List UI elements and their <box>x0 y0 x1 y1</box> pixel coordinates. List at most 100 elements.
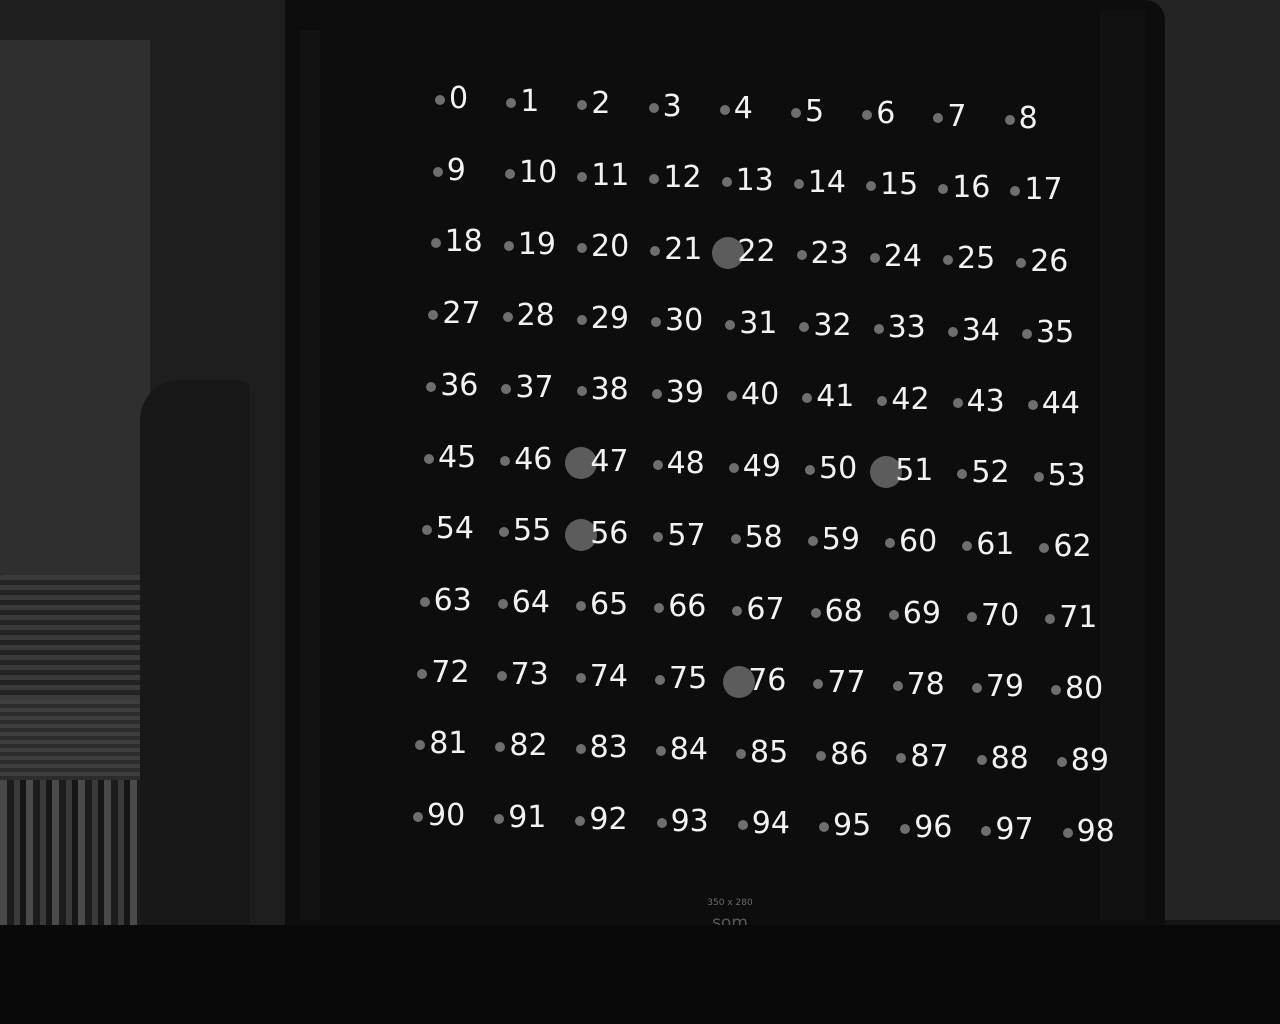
grid-dot <box>981 826 992 836</box>
grid-label: 51 <box>895 453 934 488</box>
floor <box>0 925 1280 1024</box>
grid-label: 17 <box>1024 172 1063 208</box>
grid-dot <box>819 822 829 832</box>
grid-label: 78 <box>906 667 945 703</box>
grid-dot <box>435 95 445 105</box>
grid-dot <box>736 748 746 759</box>
grid-dot <box>810 607 821 618</box>
grid-label: 77 <box>827 665 866 701</box>
grid-dot <box>862 110 873 120</box>
grid-dot <box>502 312 513 323</box>
grid-label: 34 <box>961 312 1000 348</box>
grid-dot <box>577 171 588 182</box>
grid-label: 66 <box>668 589 707 625</box>
grid-dot <box>650 245 661 256</box>
grid-label: 10 <box>519 155 558 191</box>
grid-label: 36 <box>440 367 479 403</box>
grid-dot <box>656 818 667 828</box>
grid-label: 87 <box>910 738 949 774</box>
grid-dot <box>1010 186 1021 197</box>
grid-dot <box>495 742 506 753</box>
grid-label: 2 <box>591 86 611 121</box>
grid-label: 58 <box>744 520 783 555</box>
grid-dot <box>947 326 958 337</box>
grid-label: 15 <box>880 167 919 203</box>
grid-label: 85 <box>750 734 789 770</box>
grid-dot <box>877 395 888 406</box>
grid-dot <box>967 611 977 622</box>
grid-label: 79 <box>985 669 1024 705</box>
grid-dot <box>428 310 439 321</box>
grid-label: 5 <box>805 93 825 129</box>
grid-label: 30 <box>665 303 704 339</box>
grid-label: 53 <box>1047 457 1086 493</box>
grid-label: 13 <box>735 162 774 198</box>
grid-dot <box>649 174 660 185</box>
grid-label: 18 <box>444 224 483 260</box>
grid-label: 92 <box>589 802 628 837</box>
grid-dot <box>575 672 586 683</box>
grid-label: 71 <box>1059 600 1098 636</box>
grid-dot <box>652 460 663 471</box>
grid-label: 96 <box>914 810 953 845</box>
grid-label: 48 <box>666 446 705 482</box>
grid-dot <box>802 393 813 404</box>
grid-dot <box>506 97 517 108</box>
grid-label: 29 <box>590 300 629 336</box>
grid-dot <box>1016 257 1027 268</box>
board-size-caption: 350 x 280 <box>707 898 753 908</box>
grid-label: 70 <box>981 597 1020 633</box>
grid-label: 1 <box>520 83 540 119</box>
grid-dot <box>933 112 944 123</box>
grid-dot <box>805 464 815 475</box>
grid-dot <box>496 670 507 681</box>
grid-label: 35 <box>1036 314 1075 350</box>
grid-dot <box>721 176 732 187</box>
grid-label: 59 <box>821 522 860 558</box>
grid-label: 52 <box>971 455 1010 491</box>
grid-dot <box>793 178 804 189</box>
grid-dot <box>577 243 587 254</box>
grid-dot <box>813 679 824 690</box>
grid-dot <box>885 538 895 549</box>
grid-label: 19 <box>517 226 556 262</box>
grid-label: 41 <box>816 379 855 415</box>
grid-label: 3 <box>662 88 682 124</box>
grid-dot <box>500 455 511 466</box>
grid-dot <box>1056 756 1067 767</box>
grid-dot <box>900 824 911 834</box>
grid-label: 62 <box>1053 528 1092 564</box>
grid-label: 54 <box>435 511 474 547</box>
grid-dot <box>799 321 810 332</box>
grid-label: 31 <box>739 305 778 341</box>
grid-dot <box>1062 828 1073 838</box>
grid-dot <box>728 462 739 473</box>
grid-dot <box>732 605 743 616</box>
grid-dot <box>576 386 587 397</box>
grid-label: 32 <box>813 307 852 343</box>
grid-dot <box>725 319 736 330</box>
grid-label: 95 <box>833 808 872 843</box>
grid-label: 72 <box>431 654 470 690</box>
grid-dot <box>499 527 509 538</box>
grid-label: 91 <box>508 800 547 835</box>
grid-dot <box>417 668 428 679</box>
grid-label: 93 <box>670 804 709 839</box>
grid-dot <box>866 181 876 192</box>
grid-label: 94 <box>751 806 790 841</box>
grid-label: 37 <box>515 370 554 406</box>
grid-label: 39 <box>665 374 704 410</box>
grid-label: 56 <box>590 515 629 551</box>
grid-dot <box>576 314 587 325</box>
grid-dot <box>730 534 741 544</box>
grid-label: 63 <box>433 582 472 618</box>
grid-dot <box>648 102 659 113</box>
grid-label: 25 <box>957 241 996 277</box>
grid-dot <box>426 381 437 392</box>
grid-label: 68 <box>824 593 863 629</box>
grid-dot <box>651 388 662 399</box>
grid-dot <box>971 683 982 694</box>
grid-dot <box>413 812 423 822</box>
grid-label: 76 <box>748 663 787 698</box>
grid-label: 86 <box>830 736 869 772</box>
